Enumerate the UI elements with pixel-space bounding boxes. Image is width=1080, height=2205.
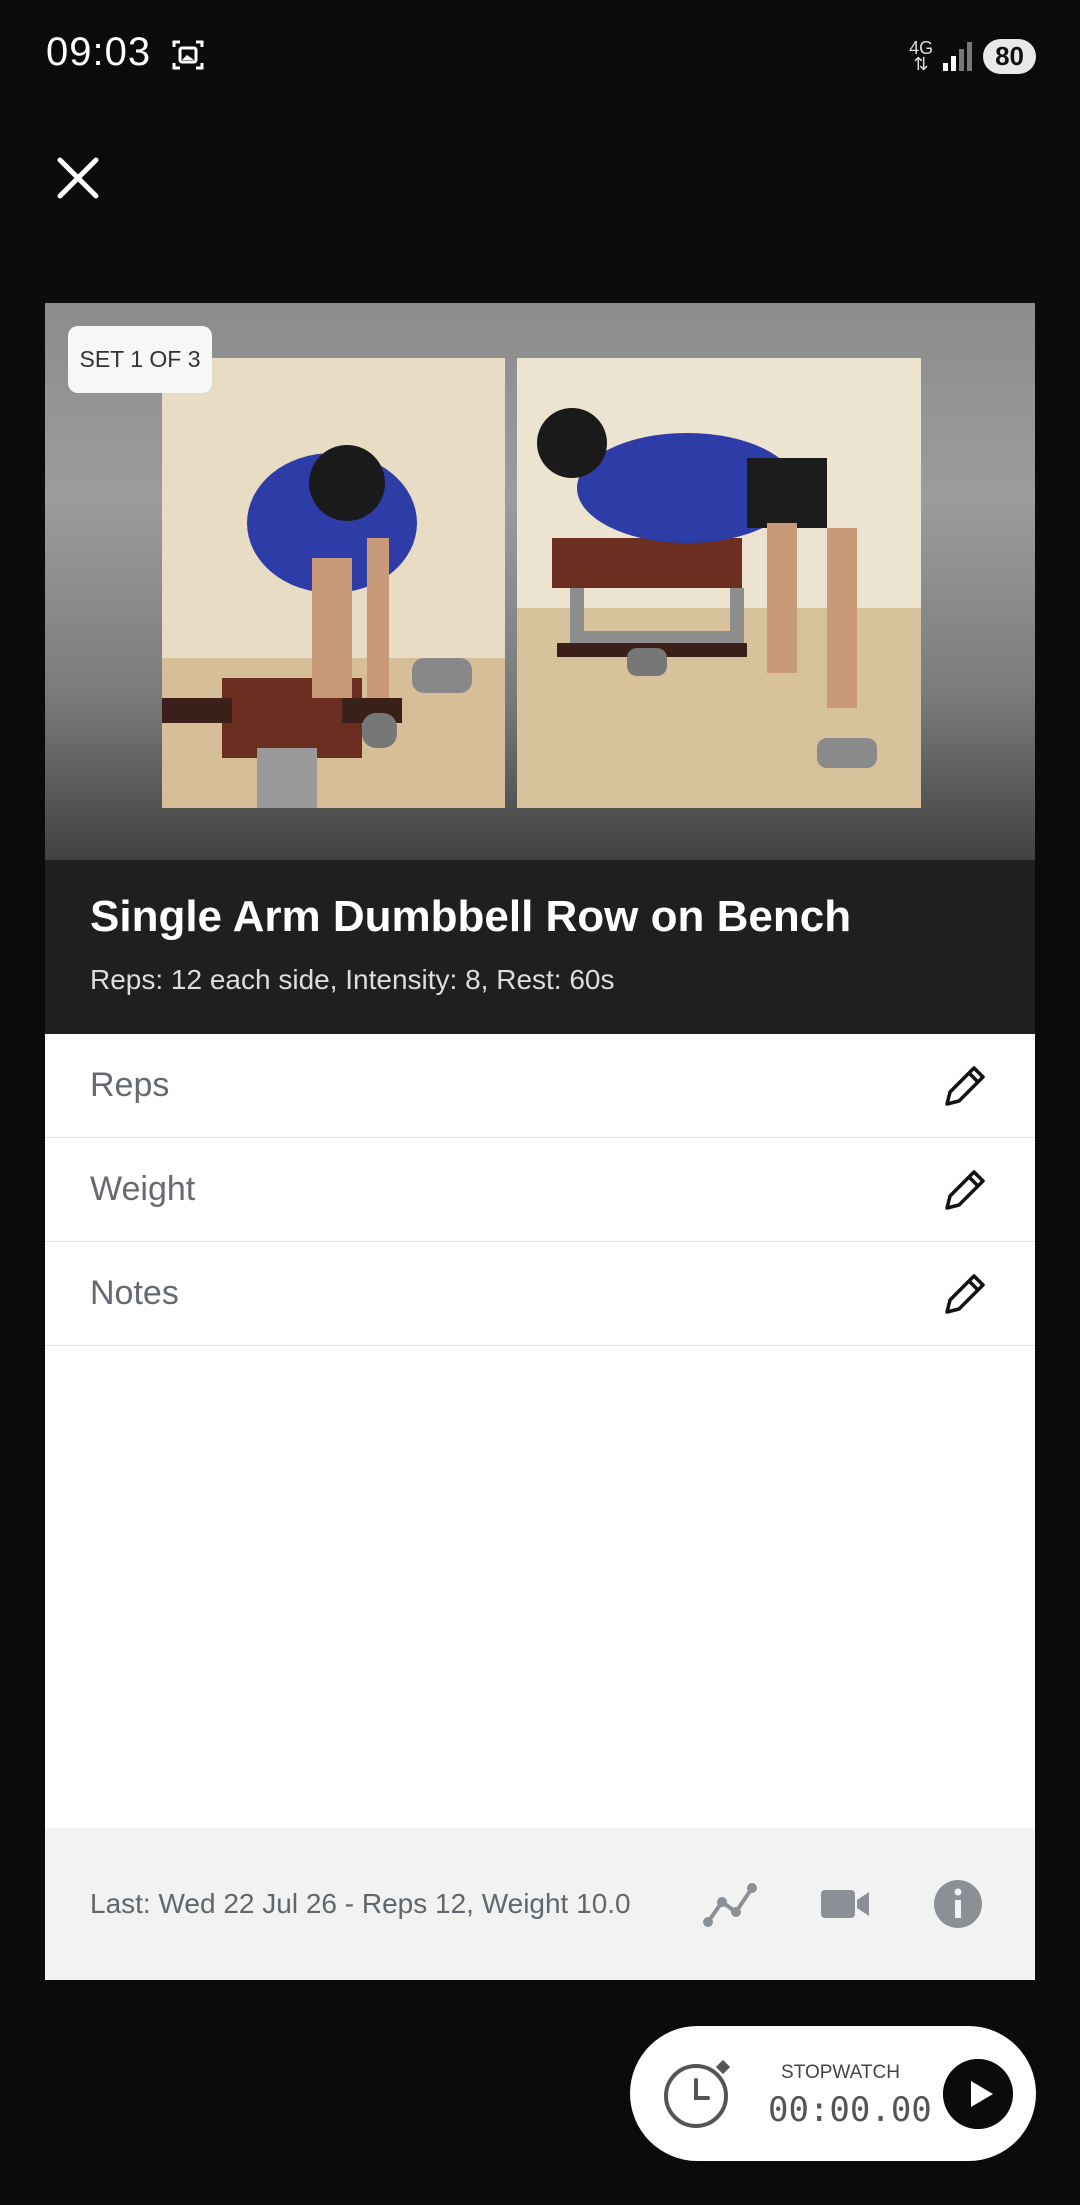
weight-label: Weight <box>90 1170 196 1208</box>
stopwatch-label: STOPWATCH <box>781 2062 900 2083</box>
reps-edit-pencil-icon[interactable] <box>937 1058 993 1114</box>
exercise-image-start <box>162 358 505 808</box>
stopwatch-icon <box>664 2059 731 2128</box>
weight-edit-pencil-icon[interactable] <box>937 1162 993 1218</box>
notes-edit-pencil-icon[interactable] <box>937 1266 993 1322</box>
status-bar: 09:03 4G ⇅ 80 <box>0 0 1080 112</box>
exercise-image-end <box>517 358 921 808</box>
exercise-media[interactable]: SET 1 OF 3 <box>45 303 1035 860</box>
play-icon[interactable] <box>943 2059 1013 2129</box>
line-chart-icon[interactable] <box>700 1876 760 1932</box>
history-footer: Last: Wed 22 Jul 26 - Reps 12, Weight 10… <box>45 1828 1035 1980</box>
set-badge: SET 1 OF 3 <box>68 326 212 393</box>
exercise-header: Single Arm Dumbbell Row on Bench Reps: 1… <box>45 860 1035 1034</box>
network-type: 4G ⇅ <box>909 38 934 74</box>
screenshot-icon <box>172 40 204 70</box>
weight-field[interactable]: Weight <box>45 1138 1035 1242</box>
signal-icon <box>943 42 973 71</box>
battery-level: 80 <box>983 38 1036 74</box>
stopwatch-time: 00:00.00 <box>768 2090 932 2130</box>
close-icon[interactable] <box>52 152 104 204</box>
status-time: 09:03 <box>46 30 152 74</box>
notes-field[interactable]: Notes <box>45 1242 1035 1346</box>
exercise-title: Single Arm Dumbbell Row on Bench <box>90 892 852 941</box>
notes-label: Notes <box>90 1274 179 1312</box>
reps-label: Reps <box>90 1066 170 1104</box>
exercise-card: SET 1 OF 3 Single Arm Dumbbell Row on Be… <box>45 303 1035 1980</box>
last-session-text: Last: Wed 22 Jul 26 - Reps 12, Weight 10… <box>90 1888 631 1919</box>
stopwatch-widget: STOPWATCH 00:00.00 <box>630 2026 1036 2161</box>
exercise-subtitle: Reps: 12 each side, Intensity: 8, Rest: … <box>90 964 615 995</box>
video-camera-icon[interactable] <box>815 1876 875 1932</box>
status-indicators: 4G ⇅ 80 <box>909 36 1036 76</box>
info-icon[interactable] <box>928 1876 988 1932</box>
reps-field[interactable]: Reps <box>45 1034 1035 1138</box>
